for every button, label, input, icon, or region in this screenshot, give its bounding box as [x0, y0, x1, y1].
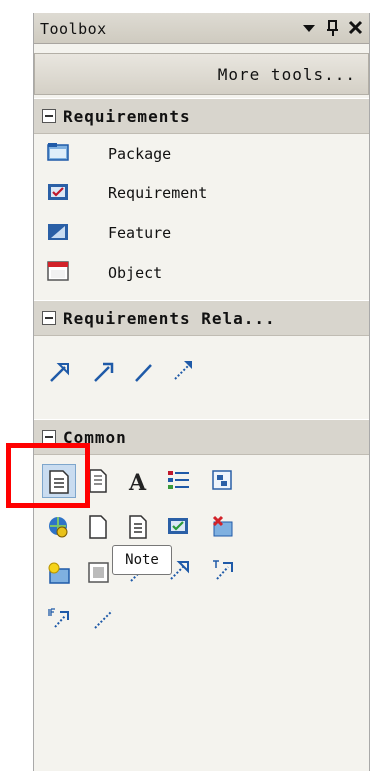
- section-header-requirements[interactable]: Requirements: [34, 98, 369, 134]
- collapse-icon[interactable]: [42, 109, 56, 123]
- artifact-icon[interactable]: [122, 510, 156, 544]
- section-title: Requirements: [63, 107, 191, 126]
- section-header-requirements-relations[interactable]: Requirements Rela...: [34, 300, 369, 336]
- tool-item-package[interactable]: Package: [34, 136, 369, 172]
- delete-element-icon[interactable]: [206, 510, 240, 544]
- highlight-box: [6, 443, 90, 508]
- requirement-icon: [48, 184, 68, 200]
- toolbox-titlebar: Toolbox: [34, 13, 369, 44]
- tool-item-label: Feature: [108, 224, 172, 242]
- tool-item-feature[interactable]: Feature: [34, 215, 369, 251]
- more-tools-label: More tools...: [217, 65, 356, 84]
- boundary-icon[interactable]: [82, 556, 116, 590]
- feature-icon: [48, 224, 68, 240]
- pin-icon[interactable]: [322, 17, 344, 39]
- tool-item-label: Package: [108, 145, 172, 163]
- tool-item-label: Requirement: [108, 184, 208, 202]
- object-icon: [47, 261, 69, 281]
- new-package-icon[interactable]: [42, 556, 76, 590]
- toolbox-title: Toolbox: [40, 20, 107, 38]
- close-icon[interactable]: [345, 17, 367, 39]
- trace-link-icon[interactable]: [206, 554, 240, 588]
- collapse-icon[interactable]: [42, 430, 56, 444]
- toolbox-panel: Toolbox More tools... Requirements Packa…: [33, 13, 370, 771]
- package-icon: [47, 143, 69, 161]
- note-tooltip: Note: [112, 545, 172, 575]
- association-relation-icon[interactable]: [126, 355, 160, 389]
- trace-relation-icon[interactable]: [86, 355, 120, 389]
- hyperlink-icon[interactable]: [42, 510, 76, 544]
- text-icon[interactable]: A: [122, 464, 156, 498]
- more-tools-button[interactable]: More tools...: [34, 53, 369, 95]
- svg-text:A: A: [128, 470, 147, 493]
- collapse-icon[interactable]: [42, 311, 56, 325]
- connector-line-icon[interactable]: [86, 602, 120, 636]
- list-icon[interactable]: [162, 464, 196, 498]
- realize-relation-icon[interactable]: [42, 355, 76, 389]
- tool-item-label: Object: [108, 264, 163, 282]
- tool-item-object[interactable]: Object: [34, 255, 369, 291]
- caret-down-icon[interactable]: [298, 17, 320, 39]
- document-icon[interactable]: [82, 510, 116, 544]
- diagram-frame-icon[interactable]: [206, 464, 240, 498]
- information-flow-icon[interactable]: [42, 602, 76, 636]
- tool-item-requirement[interactable]: Requirement: [34, 175, 369, 211]
- section-title: Requirements Rela...: [63, 309, 276, 328]
- dependency-relation-icon[interactable]: [166, 353, 200, 387]
- checkbox-element-icon[interactable]: [162, 510, 196, 544]
